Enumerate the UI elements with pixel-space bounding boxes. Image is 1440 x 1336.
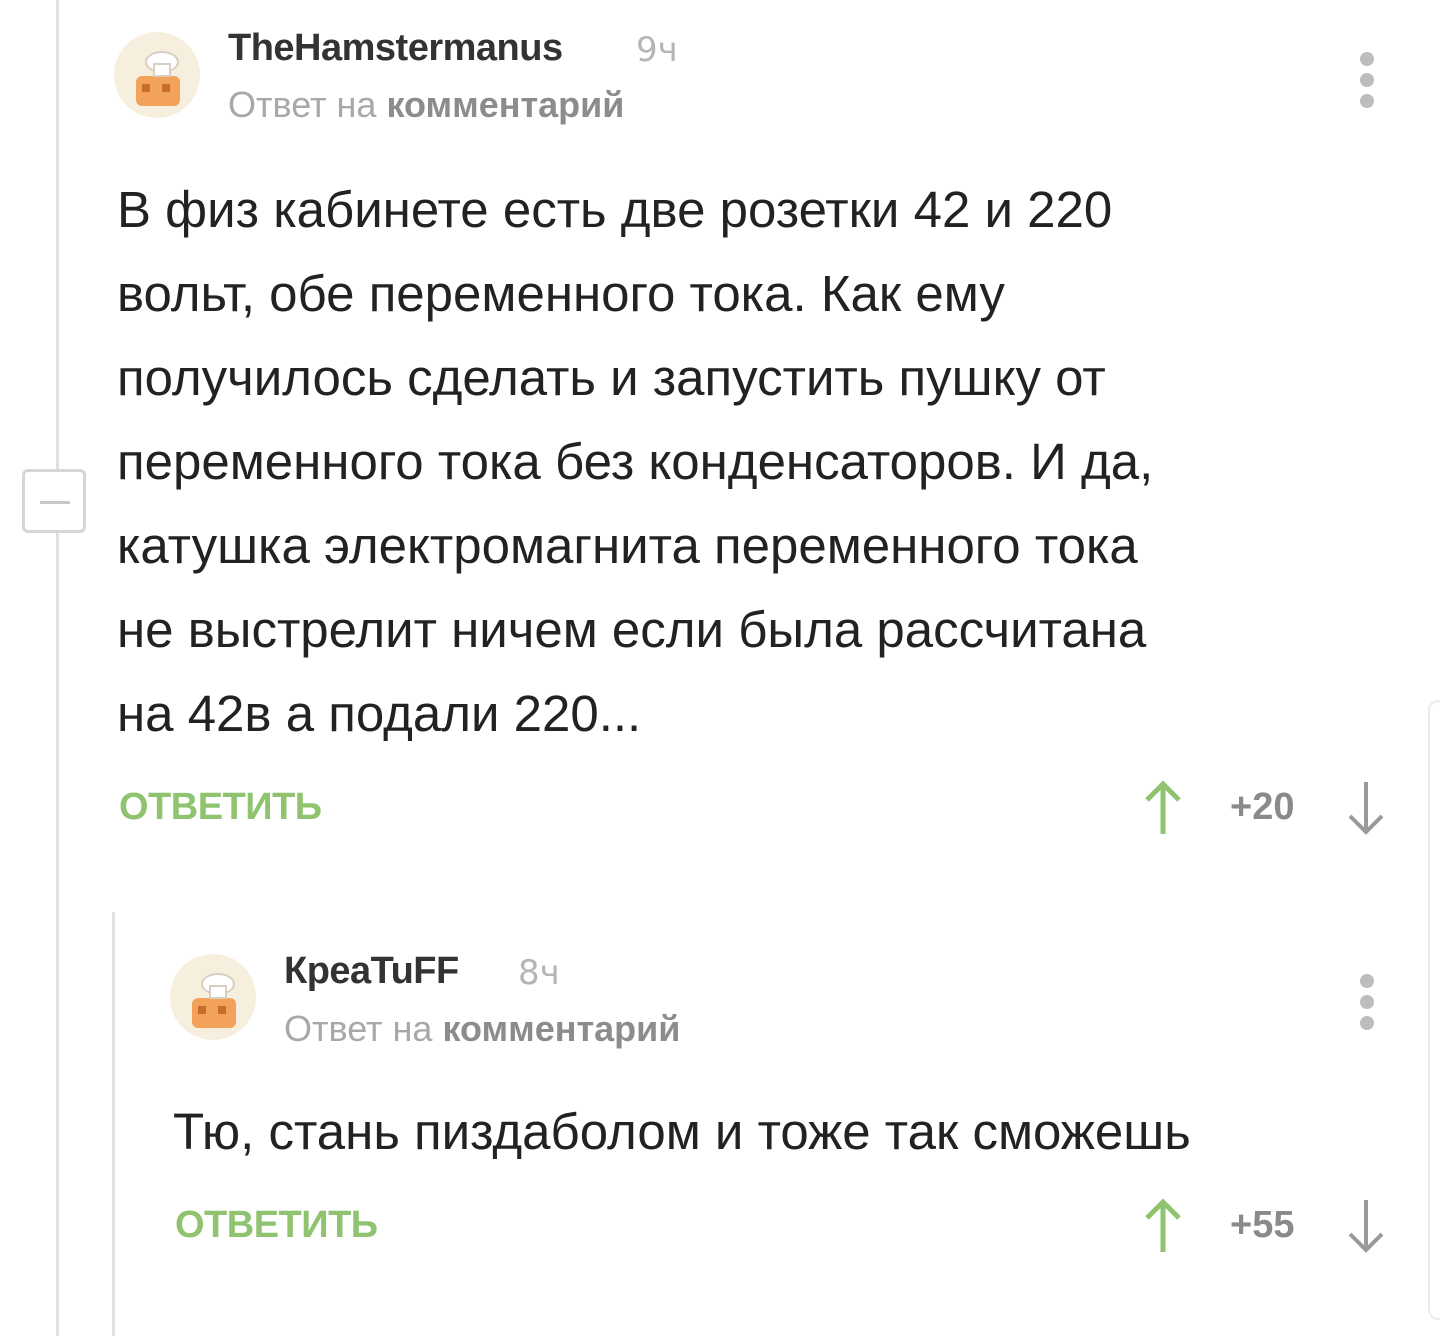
comment-rating: +20 <box>1230 786 1295 828</box>
arrow-down-icon[interactable] <box>1346 780 1386 836</box>
arrow-down-icon[interactable] <box>1346 1198 1386 1254</box>
scrollbar[interactable] <box>1428 700 1440 1320</box>
avatar[interactable] <box>114 32 200 118</box>
avatar[interactable] <box>170 954 256 1040</box>
minus-icon <box>40 501 70 504</box>
comment-text: В физ кабинете есть две розетки 42 и 220… <box>117 181 1154 742</box>
collapse-thread-button[interactable] <box>22 469 86 533</box>
more-vertical-icon[interactable] <box>1355 52 1379 112</box>
reply-to-prefix: Ответ на <box>228 84 387 125</box>
comment-rating: +55 <box>1230 1204 1295 1246</box>
reply-to-label: Ответ на комментарий <box>228 84 624 126</box>
reply-button[interactable]: ОТВЕТИТЬ <box>119 786 322 829</box>
nested-thread-line <box>112 912 115 1336</box>
reply-button[interactable]: ОТВЕТИТЬ <box>175 1204 378 1247</box>
parent-comment-link[interactable]: комментарий <box>442 1008 680 1049</box>
arrow-up-icon[interactable] <box>1143 1198 1183 1254</box>
comment-time: 8ч <box>518 953 560 993</box>
comment-author[interactable]: КреаTuFF <box>284 950 459 993</box>
comment-text: Тю, стань пиздаболом и тоже так сможешь <box>173 1103 1191 1160</box>
default-avatar-icon <box>192 973 236 1028</box>
reply-to-prefix: Ответ на <box>284 1008 443 1049</box>
default-avatar-icon <box>136 51 180 106</box>
reply-to-label: Ответ на комментарий <box>284 1008 680 1050</box>
arrow-up-icon[interactable] <box>1143 780 1183 836</box>
thread-line <box>56 0 59 1336</box>
comment-time: 9ч <box>636 30 678 70</box>
parent-comment-link[interactable]: комментарий <box>386 84 624 125</box>
more-vertical-icon[interactable] <box>1355 974 1379 1034</box>
comment-author[interactable]: TheHamstermanus <box>228 27 563 70</box>
